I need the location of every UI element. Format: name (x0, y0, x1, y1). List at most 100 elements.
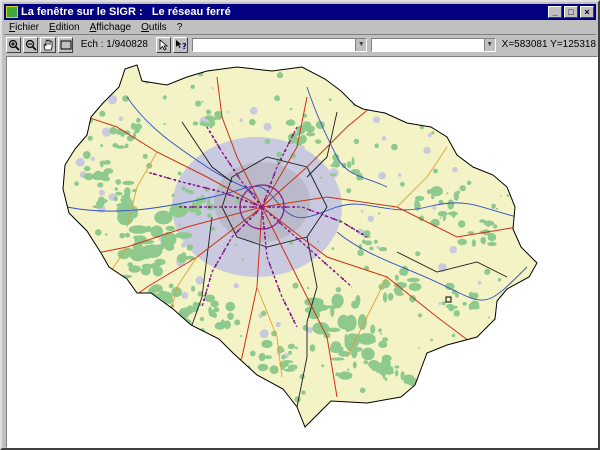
forest-patch (289, 107, 293, 111)
town-area (275, 321, 281, 328)
map-canvas[interactable] (7, 57, 597, 447)
station-dot (263, 235, 267, 239)
menu-affichage[interactable]: Affichage (85, 22, 137, 33)
station-dot (274, 279, 278, 283)
forest-patch (326, 327, 341, 332)
menu-outils[interactable]: Outils (136, 22, 172, 33)
forest-patch (395, 369, 399, 377)
chevron-down-icon[interactable]: ▼ (355, 38, 367, 51)
town-area (259, 329, 269, 339)
chevron-down-icon[interactable]: ▼ (483, 38, 495, 51)
forest-patch (378, 247, 388, 252)
forest-patch (345, 326, 351, 332)
menu-edition[interactable]: Edition (44, 22, 85, 33)
station-dot (308, 208, 312, 212)
station-dot (166, 176, 170, 180)
title-bar[interactable]: La fenêtre sur le SIGR : Le réseau ferré… (4, 4, 596, 20)
forest-patch (280, 348, 285, 353)
town-area (438, 302, 442, 306)
station-dot (222, 249, 226, 253)
maximize-button[interactable]: □ (564, 6, 578, 18)
forest-patch (384, 377, 388, 381)
station-dot (289, 313, 293, 317)
minimize-button[interactable]: _ (548, 6, 562, 18)
station-dot (254, 211, 258, 215)
station-dot (287, 141, 291, 145)
arrow-pointer-icon (159, 38, 169, 51)
query-button[interactable]: ? (173, 36, 189, 53)
forest-patch (223, 320, 231, 330)
forest-patch (331, 247, 335, 250)
station-dot (276, 205, 280, 209)
station-dot (248, 217, 252, 221)
station-dot (248, 190, 252, 194)
layer-combo[interactable]: ▼ (192, 37, 368, 52)
forest-patch (506, 194, 510, 197)
town-area (432, 206, 437, 211)
forest-patch (357, 333, 376, 345)
forest-patch (120, 197, 131, 203)
station-dot (188, 182, 192, 186)
forest-patch (377, 212, 381, 215)
station-dot (226, 242, 230, 246)
station-dot (224, 156, 228, 160)
station-dot (324, 214, 328, 218)
forest-patch (417, 313, 422, 318)
forest-patch (353, 138, 360, 145)
object-combo[interactable]: ▼ (371, 37, 496, 52)
forest-patch (426, 189, 432, 195)
forest-patch (386, 368, 392, 376)
forest-patch (491, 203, 496, 209)
close-button[interactable]: × (580, 6, 594, 18)
station-dot (183, 205, 187, 209)
forest-patch (378, 328, 382, 333)
forest-patch (431, 131, 435, 135)
station-dot (214, 263, 218, 267)
forest-patch (484, 268, 491, 275)
forest-patch (192, 121, 199, 126)
forest-patch (225, 301, 236, 312)
station-dot (152, 172, 156, 176)
station-dot (252, 195, 256, 199)
town-area (180, 242, 187, 248)
menu-fichier[interactable]: Fichier (4, 22, 44, 33)
menu-help[interactable]: ? (172, 22, 188, 33)
station-dot (202, 298, 206, 302)
station-dot (269, 181, 273, 185)
forest-patch (471, 305, 480, 310)
forest-patch (330, 357, 345, 361)
svg-text:?: ? (182, 42, 187, 51)
forest-patch (249, 118, 256, 126)
forest-patch (488, 232, 495, 239)
forest-patch (488, 316, 491, 319)
forest-patch (240, 334, 243, 338)
forest-patch (115, 179, 122, 185)
map-view[interactable] (6, 56, 598, 448)
forest-patch (142, 153, 148, 159)
forest-patch (346, 188, 352, 194)
zoom-out-button[interactable] (23, 36, 39, 53)
forest-patch (338, 371, 353, 380)
town-area (313, 193, 321, 202)
station-dot (244, 199, 248, 203)
select-button[interactable] (155, 36, 172, 53)
forest-patch (199, 121, 206, 126)
zoom-in-button[interactable] (6, 36, 22, 53)
forest-patch (497, 278, 502, 282)
town-area (299, 145, 305, 151)
forest-patch (456, 190, 461, 194)
pan-button[interactable] (40, 36, 56, 53)
forest-patch (180, 252, 187, 258)
station-dot (256, 200, 260, 204)
station-dot (268, 263, 272, 267)
forest-patch (145, 225, 152, 233)
forest-patch (199, 317, 204, 322)
forest-patch (330, 164, 338, 167)
forest-patch (126, 135, 134, 142)
forest-patch (335, 287, 342, 293)
forest-patch (114, 187, 119, 191)
extent-button[interactable] (57, 36, 73, 53)
forest-patch (301, 390, 306, 395)
forest-patch (459, 185, 466, 192)
forest-patch (439, 217, 442, 219)
